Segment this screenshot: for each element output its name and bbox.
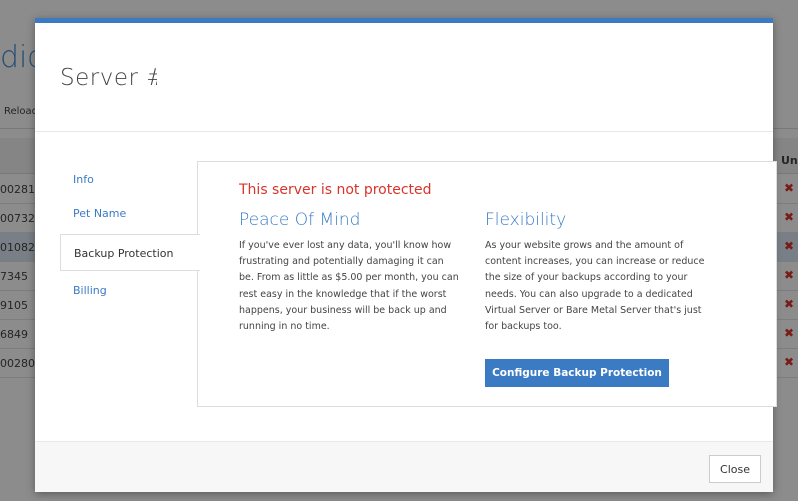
nav-item-billing[interactable]: Billing: [60, 274, 198, 308]
modal-footer-divider: [35, 441, 773, 442]
redacted-server-id: [157, 63, 279, 93]
modal-side-nav: Info Pet Name Backup Protection Billing: [60, 163, 200, 308]
nav-item-info[interactable]: Info: [60, 163, 198, 197]
peace-of-mind-heading: Peace Of Mind: [239, 210, 361, 230]
modal-header-divider: [35, 131, 773, 132]
backup-protection-panel: This server is not protected Peace Of Mi…: [197, 161, 777, 407]
flexibility-heading: Flexibility: [485, 210, 567, 230]
configure-backup-protection-button[interactable]: Configure Backup Protection: [485, 359, 669, 387]
redacted-subtitle: [57, 98, 203, 110]
nav-item-pet-name[interactable]: Pet Name: [60, 197, 198, 231]
modal-title: Server #: [60, 65, 167, 91]
peace-of-mind-section: Peace Of Mind If you've ever lost any da…: [239, 210, 461, 335]
server-modal: Server # Info Pet Name Backup Protection…: [35, 18, 777, 492]
peace-of-mind-text: If you've ever lost any data, you'll kno…: [239, 240, 459, 333]
close-button[interactable]: Close: [709, 455, 761, 483]
nav-item-backup-protection[interactable]: Backup Protection: [60, 234, 200, 271]
flexibility-section: Flexibility As your website grows and th…: [485, 210, 707, 335]
flexibility-text: As your website grows and the amount of …: [485, 240, 705, 333]
modal-footer: [35, 442, 773, 492]
not-protected-alert: This server is not protected: [239, 182, 432, 198]
